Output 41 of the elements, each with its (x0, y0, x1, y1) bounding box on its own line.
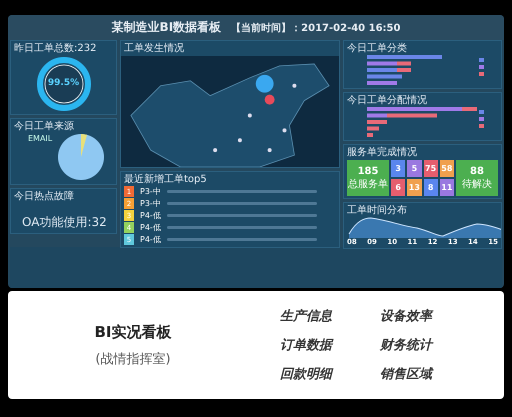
tile-value: 5 (412, 164, 418, 173)
donut-chart-drawing (36, 56, 92, 112)
tile-value: 185 (358, 166, 378, 176)
panel-title: 工单发生情况 (124, 43, 184, 54)
tile-value: 58 (441, 164, 452, 173)
panel-title: 今日工单分类 (347, 43, 407, 54)
headline-value: OA功能使用:32 (22, 214, 107, 231)
caption-title: BI实况看板 (94, 322, 172, 342)
pie-label: EMAIL (28, 134, 52, 143)
panel-title: 昨日工单总数:232 (14, 43, 96, 54)
feature-item: 回款明细 (280, 366, 334, 383)
panel-title: 今日工单来源 (14, 121, 74, 132)
caption-subtitle: (战情指挥室) (95, 350, 171, 368)
panel-title: 今日工单分配情况 (347, 95, 427, 106)
pie-chart-drawing (56, 132, 106, 182)
panel-title: 最近新增工单top5 (124, 174, 207, 185)
panel-title: 工单时间分布 (347, 205, 407, 216)
tile-label: 总服务单 (348, 178, 388, 190)
tile-value: 75 (425, 164, 436, 173)
feature-item: 销售区域 (380, 366, 435, 383)
feature-item: 订单数据 (280, 337, 334, 354)
priority-label: P3-中 (140, 198, 161, 209)
feature-item: 设备效率 (380, 308, 434, 325)
priority-label: P3-中 (140, 186, 161, 197)
tile-value: 6 (395, 183, 401, 192)
tile-value: 3 (395, 164, 401, 173)
tile-label: 待解决 (462, 178, 492, 190)
priority-label: P4-低 (140, 222, 161, 233)
priority-label: P4-低 (140, 234, 161, 245)
dashboard-title: 某制造业BI数据看板 (112, 19, 222, 36)
feature-item: 生产信息 (280, 308, 334, 325)
feature-item: 财务统计 (380, 337, 434, 354)
tile-value: 11 (441, 183, 452, 192)
priority-label: P4-低 (140, 210, 161, 221)
percent-value: 99.5% (48, 78, 80, 88)
tile-value: 8 (428, 183, 434, 192)
current-time: 【当前时间】：2017-02-40 16:50 (231, 22, 400, 34)
tile-value: 13 (408, 183, 420, 192)
tile-value: 88 (470, 166, 484, 176)
panel-title: 服务单完成情况 (347, 147, 417, 158)
panel-title: 今日热点故障 (14, 191, 74, 202)
